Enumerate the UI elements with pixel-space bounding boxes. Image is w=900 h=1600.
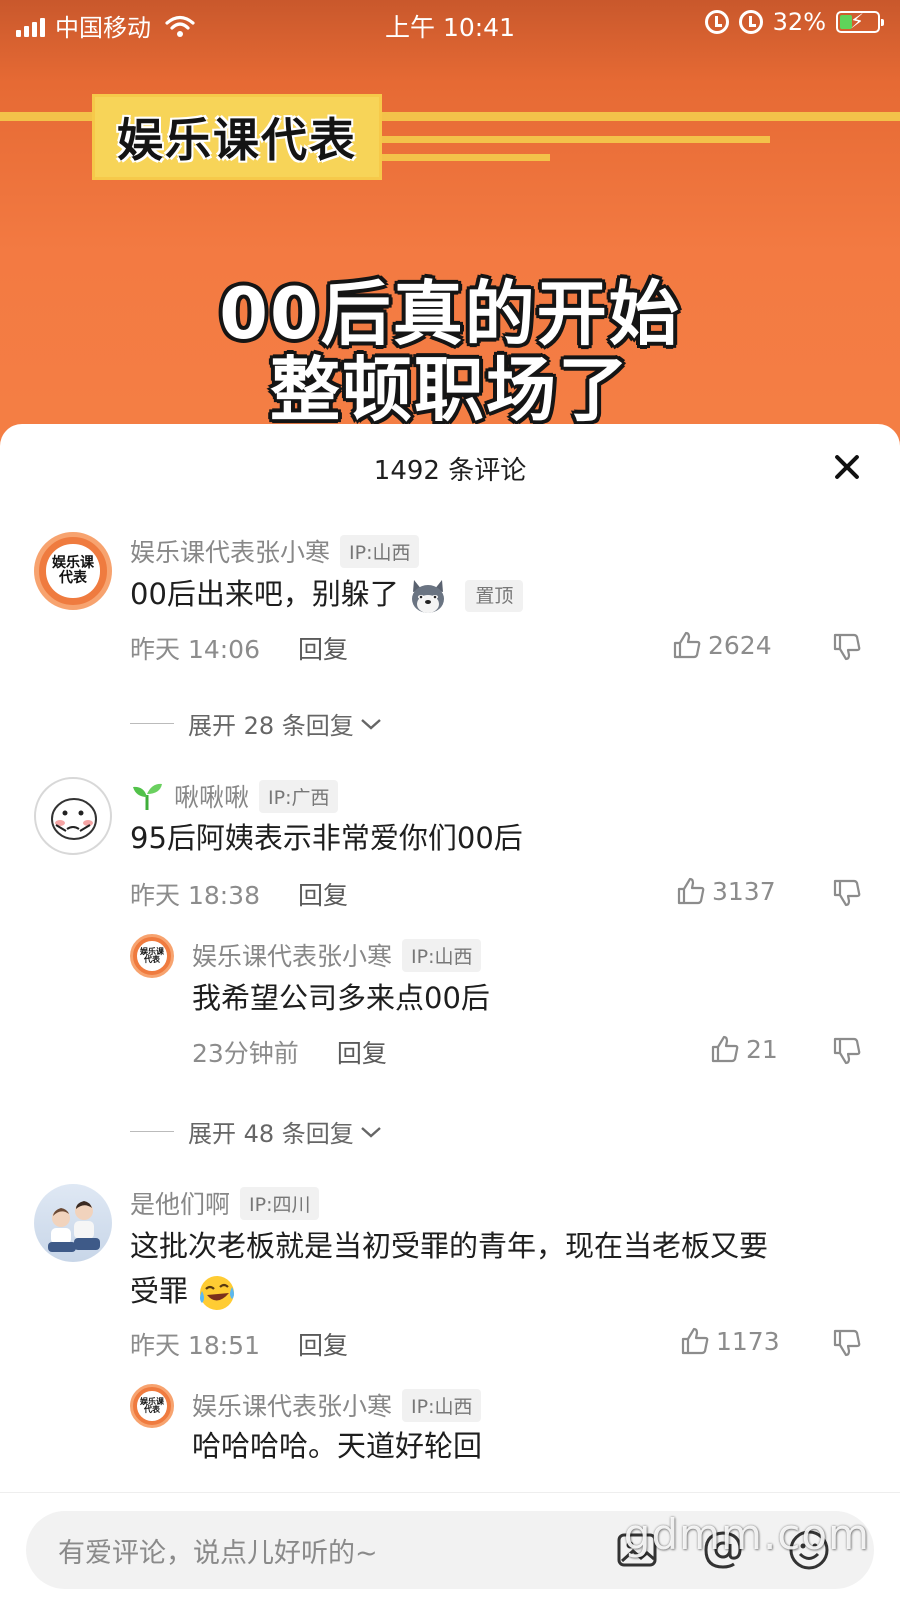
avatar-text: 娱乐课代表	[137, 1391, 167, 1421]
comment-header: 娱乐课代表张小寒 IP:山西	[130, 533, 420, 569]
laughing-tears-emoji	[200, 1276, 235, 1310]
username[interactable]: 啾啾啾	[174, 778, 249, 814]
reply-text: 我希望公司多来点00后	[192, 981, 490, 1015]
avatar[interactable]	[34, 1184, 112, 1262]
avatar[interactable]: 娱乐课代表	[34, 532, 112, 610]
comment-text-continued: 受罪	[130, 1269, 237, 1314]
comment-text: 00后出来吧，别躲了 置顶	[130, 572, 524, 617]
thumbs-up-icon	[677, 877, 705, 905]
avatar-text: 娱乐课代表	[137, 941, 167, 971]
reply-button[interactable]: 回复	[298, 630, 348, 666]
comments-count-title: 1492 条评论	[373, 456, 527, 486]
thumbs-down-icon[interactable]	[832, 1328, 862, 1358]
username[interactable]: 娱乐课代表张小寒	[192, 1387, 392, 1423]
ip-badge: IP:山西	[340, 534, 420, 568]
watermark: gdmm.com	[623, 1510, 870, 1559]
like-button[interactable]: 3137	[676, 876, 776, 906]
avatar[interactable]	[34, 777, 112, 855]
avatar-text: 娱乐课代表	[46, 544, 100, 598]
like-count: 21	[746, 1034, 778, 1064]
comment-time: 昨天 18:51	[130, 1331, 260, 1360]
comment-body: 受罪	[130, 1274, 189, 1308]
brand-stripe	[380, 136, 770, 143]
pinned-badge: 置顶	[465, 580, 524, 612]
comment-time: 昨天 14:06	[130, 635, 260, 664]
like-count: 1173	[716, 1326, 780, 1356]
reply-header: 娱乐课代表张小寒 IP:山西	[192, 1387, 482, 1423]
comment-meta: 昨天 18:51 回复	[130, 1326, 348, 1362]
divider-line	[130, 1131, 174, 1132]
expand-replies-button[interactable]: 展开 28 条回复	[130, 706, 382, 741]
comment-input-placeholder: 有爱评论，说点儿好听的~	[58, 1537, 378, 1569]
comment-meta: 昨天 14:06 回复	[130, 630, 348, 666]
ip-badge: IP:山西	[402, 1388, 482, 1422]
thumbs-up-icon	[681, 1327, 709, 1355]
brand-stripe	[380, 154, 550, 161]
like-count: 2624	[708, 630, 772, 660]
like-count: 3137	[712, 876, 776, 906]
reply-header: 娱乐课代表张小寒 IP:山西	[192, 937, 482, 973]
thumbs-down-icon[interactable]	[832, 1036, 862, 1066]
thumbs-up-icon	[673, 631, 701, 659]
like-button[interactable]: 1173	[680, 1326, 780, 1356]
alarm-icon	[738, 10, 763, 34]
chevron-down-icon	[360, 718, 381, 730]
rotation-lock-icon	[704, 10, 729, 34]
status-bar: 中国移动 上午 10:41 32% ⚡	[0, 0, 900, 48]
comment-header: 是他们啊 IP:四川	[130, 1185, 320, 1221]
reply-button[interactable]: 回复	[337, 1034, 387, 1070]
chevron-down-icon	[360, 1126, 381, 1138]
ip-badge: IP:山西	[402, 938, 482, 972]
battery-icon: ⚡	[836, 10, 884, 33]
reply-text: 哈哈哈哈。天道好轮回	[192, 1429, 483, 1463]
comment-meta: 昨天 18:38 回复	[130, 876, 348, 912]
sprout-icon	[133, 783, 162, 810]
divider-line	[130, 723, 174, 724]
brand-logo-text: 娱乐课代表	[117, 113, 357, 167]
video-title-line2: 整顿职场了	[270, 349, 630, 431]
comment-text: 95后阿姨表示非常爱你们00后	[130, 821, 523, 855]
children-photo	[48, 1201, 100, 1252]
comment-time: 昨天 18:38	[130, 881, 260, 910]
comment-text: 这批次老板就是当初受罪的青年，现在当老板又要	[130, 1229, 769, 1263]
comment-header: 啾啾啾 IP:广西	[130, 778, 339, 814]
thumbs-up-icon	[711, 1035, 739, 1063]
thumbs-down-icon[interactable]	[832, 632, 862, 662]
ip-badge: IP:四川	[240, 1186, 320, 1220]
status-right: 32% ⚡	[704, 8, 884, 36]
username[interactable]: 娱乐课代表张小寒	[192, 937, 392, 973]
dog-face-emoji	[412, 580, 445, 613]
comment-body: 00后出来吧，别躲了	[130, 577, 399, 611]
like-button[interactable]: 21	[710, 1034, 778, 1064]
avatar[interactable]: 娱乐课代表	[130, 934, 174, 978]
reply-button[interactable]: 回复	[298, 876, 348, 912]
username[interactable]: 是他们啊	[130, 1185, 230, 1221]
username[interactable]: 娱乐课代表张小寒	[130, 533, 330, 569]
battery-percent: 32%	[772, 8, 826, 36]
blushing-face-icon	[51, 798, 97, 840]
like-button[interactable]: 2624	[672, 630, 772, 660]
avatar[interactable]: 娱乐课代表	[130, 1384, 174, 1428]
close-icon[interactable]	[834, 454, 860, 480]
ip-badge: IP:广西	[259, 779, 339, 813]
expand-label: 展开 28 条回复	[188, 712, 354, 740]
expand-label: 展开 48 条回复	[188, 1120, 354, 1148]
reply-button[interactable]: 回复	[298, 1326, 348, 1362]
expand-replies-button[interactable]: 展开 48 条回复	[130, 1114, 382, 1149]
comment-time: 23分钟前	[192, 1039, 299, 1068]
thumbs-down-icon[interactable]	[832, 878, 862, 908]
reply-meta: 23分钟前 回复	[192, 1034, 387, 1070]
brand-logo: 娱乐课代表	[92, 94, 382, 180]
